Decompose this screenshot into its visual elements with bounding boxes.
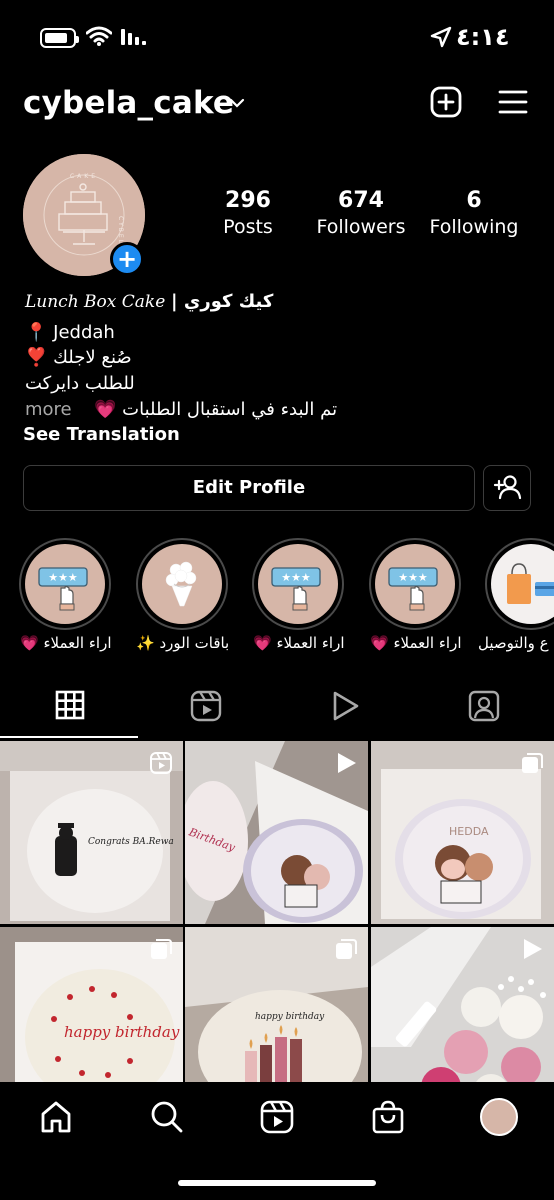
- highlight-label-3: اراء العملاء 💗: [253, 634, 345, 652]
- reels-nav-icon[interactable]: [260, 1100, 294, 1134]
- post-caption-1: Congrats BA.Rewa: [88, 837, 174, 847]
- bio-name-arabic: | كيك كوري: [171, 291, 274, 312]
- see-translation-link[interactable]: See Translation: [23, 424, 180, 445]
- following-label: Following: [429, 216, 519, 238]
- highlight-flowers[interactable]: [136, 538, 228, 630]
- menu-icon[interactable]: [498, 88, 528, 116]
- svg-text:★★★: ★★★: [398, 571, 428, 584]
- edit-profile-button[interactable]: Edit Profile: [23, 465, 475, 511]
- rating-hand-icon: ★★★: [38, 567, 88, 611]
- post-caption-5: happy birthday: [255, 1012, 325, 1022]
- location-arrow-icon: [430, 26, 452, 48]
- bio-line-4: تم البدء في استقبال الطلبات 💗: [94, 399, 338, 420]
- post-caption-4: happy birthday: [64, 1023, 180, 1041]
- home-icon[interactable]: [39, 1100, 73, 1134]
- post-thumbnail-3[interactable]: HEDDA: [371, 741, 554, 924]
- highlight-label-5: ع والتوصيل: [478, 634, 549, 652]
- video-badge-icon: [524, 939, 542, 959]
- add-story-button[interactable]: +: [110, 242, 144, 276]
- highlight-label-1: اراء العملاء 💗: [20, 634, 112, 652]
- multiple-posts-icon: [151, 939, 172, 959]
- active-tab-indicator: [0, 736, 138, 738]
- rating-hand-icon: ★★★: [271, 567, 321, 611]
- svg-text:★★★: ★★★: [281, 571, 311, 584]
- highlight-delivery[interactable]: [485, 538, 554, 630]
- highlight-reviews-2[interactable]: ★★★: [252, 538, 344, 630]
- home-indicator: [178, 1180, 376, 1186]
- posts-count: 296: [225, 188, 271, 213]
- post-caption-3: HEDDA: [449, 825, 489, 838]
- bio-line-3: للطلب دايركت: [25, 373, 135, 394]
- highlight-label-4: اراء العملاء 💗: [370, 634, 462, 652]
- posts-stat[interactable]: 296 Posts: [218, 188, 278, 238]
- posts-label: Posts: [223, 216, 273, 238]
- svg-text:★★★: ★★★: [48, 571, 78, 584]
- tagged-tab-icon[interactable]: [468, 690, 500, 722]
- grid-icon[interactable]: [55, 690, 85, 720]
- new-post-icon[interactable]: [430, 86, 462, 118]
- wifi-icon: [86, 26, 112, 46]
- followers-stat[interactable]: 674 Followers: [312, 188, 410, 238]
- flower-bouquet-icon: [165, 561, 197, 607]
- chevron-down-icon[interactable]: [229, 97, 245, 109]
- highlight-label-2: باقات الورد ✨: [136, 634, 230, 652]
- search-icon[interactable]: [150, 1100, 184, 1134]
- battery-icon: [40, 28, 79, 48]
- signal-icon: [121, 29, 146, 45]
- reels-tab-icon[interactable]: [190, 690, 222, 722]
- video-tab-icon[interactable]: [330, 690, 360, 722]
- svg-text:CAKE: CAKE: [70, 173, 98, 180]
- multiple-posts-icon: [336, 939, 357, 959]
- following-stat[interactable]: 6 Following: [426, 188, 522, 238]
- post-thumbnail-2[interactable]: Birthday: [185, 741, 368, 924]
- following-count: 6: [466, 188, 482, 213]
- bio-more-link[interactable]: more: [25, 399, 72, 420]
- shopping-bag-icon: [507, 563, 554, 604]
- followers-count: 674: [338, 188, 384, 213]
- highlight-reviews-3[interactable]: ★★★: [369, 538, 461, 630]
- rating-hand-icon: ★★★: [388, 567, 438, 611]
- profile-avatar-nav[interactable]: [480, 1098, 518, 1136]
- highlight-reviews-1[interactable]: ★★★: [19, 538, 111, 630]
- bio-location: 📍 Jeddah: [25, 322, 115, 343]
- video-badge-icon: [338, 753, 356, 773]
- profile-username[interactable]: cybela_cake: [23, 85, 234, 121]
- bio-name-latin: Lunch Box Cake: [25, 292, 166, 312]
- reel-badge-icon: [150, 752, 172, 774]
- multiple-posts-icon: [522, 753, 543, 773]
- post-thumbnail-1[interactable]: Congrats BA.Rewa: [0, 741, 183, 924]
- bio-name: Lunch Box Cake | كيك كوري: [25, 291, 273, 312]
- add-person-icon: [493, 475, 522, 500]
- bottom-navigation: [0, 1082, 554, 1200]
- bio-line-2: صُنع لاجلك ❣️: [25, 347, 132, 368]
- clock: ٤:١٤: [456, 23, 510, 51]
- discover-people-button[interactable]: [483, 465, 531, 511]
- status-bar: ٤:١٤: [0, 0, 554, 74]
- followers-label: Followers: [316, 216, 406, 238]
- shop-icon[interactable]: [371, 1100, 405, 1134]
